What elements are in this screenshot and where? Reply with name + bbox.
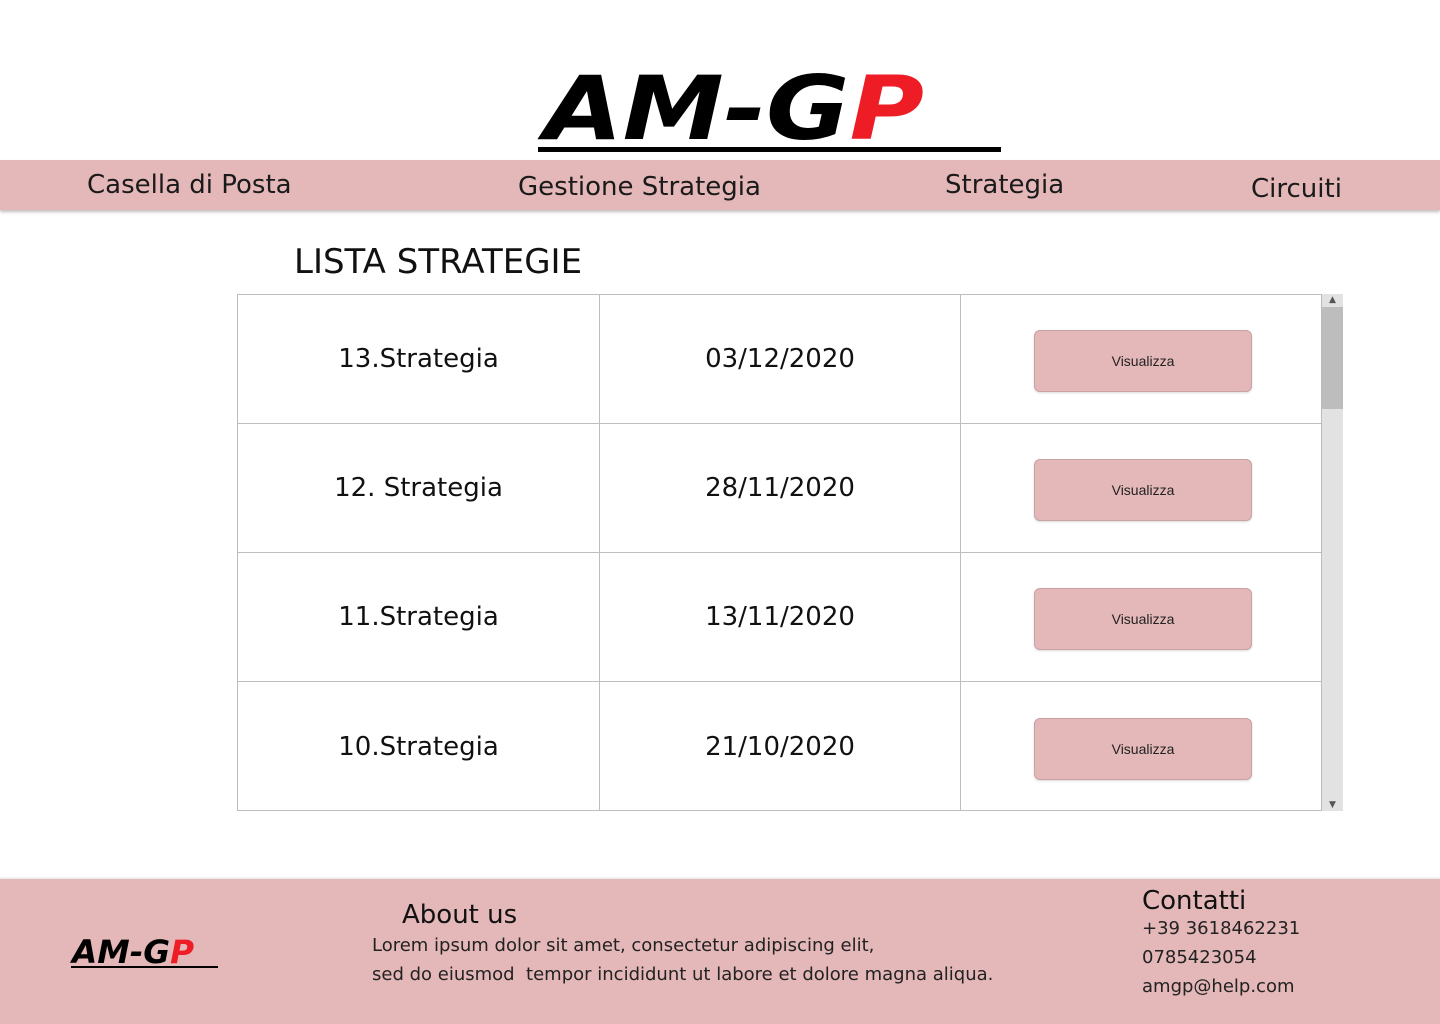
visualizza-button[interactable]: Visualizza [1034, 588, 1252, 650]
strategy-date: 21/10/2020 [600, 682, 961, 811]
scroll-down-icon[interactable]: ▼ [1322, 799, 1343, 811]
svg-text:AM-GP: AM-GP [537, 66, 924, 156]
scroll-up-icon[interactable]: ▲ [1322, 294, 1343, 306]
nav-item-casella-di-posta[interactable]: Casella di Posta [87, 170, 292, 200]
strategy-table: 13.Strategia 03/12/2020 Visualizza 12. S… [237, 294, 1322, 811]
about-line: sed do eiusmod tempor incididunt ut labo… [372, 964, 994, 985]
visualizza-button[interactable]: Visualizza [1034, 330, 1252, 392]
table-row: 12. Strategia 28/11/2020 Visualizza [238, 424, 1321, 553]
scroll-thumb[interactable] [1322, 307, 1343, 409]
nav-item-circuiti[interactable]: Circuiti [1251, 174, 1342, 204]
action-cell: Visualizza [961, 682, 1321, 811]
strategy-name: 12. Strategia [238, 424, 600, 552]
strategy-name: 11.Strategia [238, 553, 600, 681]
strategy-date: 13/11/2020 [600, 553, 961, 681]
action-cell: Visualizza [961, 553, 1321, 681]
table-row: 11.Strategia 13/11/2020 Visualizza [238, 553, 1321, 682]
visualizza-button[interactable]: Visualizza [1034, 717, 1252, 780]
logo: AM-G P [536, 66, 1004, 156]
action-cell: Visualizza [961, 295, 1321, 423]
nav-item-strategia[interactable]: Strategia [945, 170, 1064, 200]
strategy-date: 03/12/2020 [600, 295, 961, 423]
footer: AM-GP About us Lorem ipsum dolor sit ame… [0, 879, 1440, 1024]
table-row: 10.Strategia 21/10/2020 Visualizza [238, 682, 1321, 811]
footer-logo: AM-GP [69, 933, 220, 971]
about-title: About us [402, 900, 518, 930]
visualizza-button[interactable]: Visualizza [1034, 459, 1252, 521]
strategy-date: 28/11/2020 [600, 424, 961, 552]
table-row: 13.Strategia 03/12/2020 Visualizza [238, 295, 1321, 424]
footer-logo-text-black: AM-G [70, 935, 170, 971]
footer-logo-text-red: P [170, 935, 194, 971]
contact-phone: 0785423054 [1142, 947, 1257, 968]
strategy-name: 13.Strategia [238, 295, 600, 423]
strategy-name: 10.Strategia [238, 682, 600, 811]
logo-text-black: AM-G [537, 66, 849, 156]
about-text: Lorem ipsum dolor sit amet, consectetur … [372, 931, 993, 989]
contact-email[interactable]: amgp@help.com [1142, 974, 1295, 1000]
nav-bar: Casella di Posta Gestione Strategia Stra… [0, 160, 1440, 210]
action-cell: Visualizza [961, 424, 1321, 552]
contact-phone: +39 3618462231 [1142, 918, 1301, 939]
page-title: LISTA STRATEGIE [294, 242, 583, 282]
svg-text:AM-GP: AM-GP [70, 935, 195, 971]
contact-title: Contatti [1142, 886, 1247, 916]
table-scrollbar[interactable]: ▲ ▼ [1322, 294, 1343, 811]
about-line: Lorem ipsum dolor sit amet, consectetur … [372, 935, 875, 956]
nav-item-gestione-strategia[interactable]: Gestione Strategia [518, 172, 761, 202]
logo-text-red: P [849, 66, 924, 156]
